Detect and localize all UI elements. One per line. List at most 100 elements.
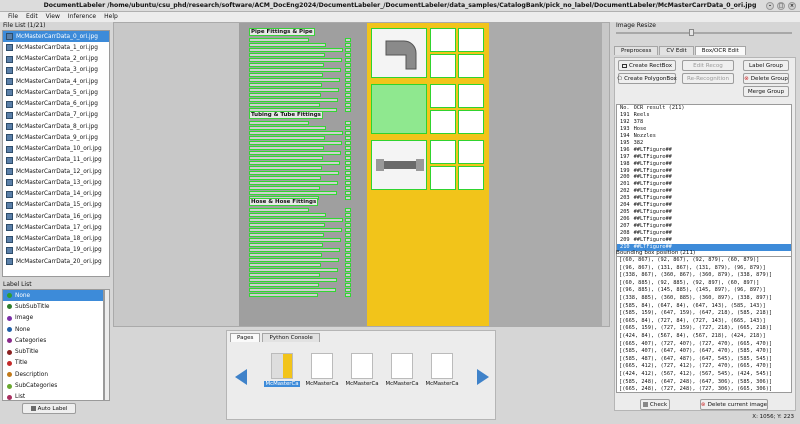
label-list-item[interactable]: Title xyxy=(3,358,103,369)
ocr-result-row[interactable]: 195 382 xyxy=(617,140,791,147)
text-entry-box[interactable] xyxy=(249,83,322,87)
page-number-box[interactable] xyxy=(345,136,351,140)
ocr-result-row[interactable]: 207 ##LTFigure## xyxy=(617,223,791,230)
page-number-box[interactable] xyxy=(345,141,351,145)
label-group-button[interactable]: Label Group xyxy=(743,60,789,71)
text-entry-box[interactable] xyxy=(249,233,324,237)
label-list-item[interactable]: None xyxy=(3,290,103,302)
text-entry-box[interactable] xyxy=(249,248,340,252)
text-entry-box[interactable] xyxy=(249,208,309,212)
text-entry-box[interactable] xyxy=(249,88,339,92)
page-number-box[interactable] xyxy=(345,63,351,67)
create-polygonbox-button[interactable]: ⬠ Create PolygonBox xyxy=(617,73,677,84)
page-number-box[interactable] xyxy=(345,213,351,217)
document-canvas[interactable]: Pipe Fittings & Pipe Tubing & Tube Fittin… xyxy=(113,22,610,327)
page-number-box[interactable] xyxy=(345,103,351,107)
text-entry-box[interactable] xyxy=(249,151,341,155)
text-entry-box[interactable] xyxy=(249,98,338,102)
page-number-box[interactable] xyxy=(345,233,351,237)
file-list-item[interactable]: McMasterCarrData_7_ori.jpg xyxy=(3,110,109,121)
next-page-arrow-icon[interactable] xyxy=(477,369,489,385)
file-list-item[interactable]: McMasterCarrData_5_ori.jpg xyxy=(3,87,109,98)
label-list-scrollbar[interactable] xyxy=(104,289,110,401)
ocr-result-row[interactable]: 192 378 xyxy=(617,119,791,126)
ocr-result-row[interactable]: 197 ##LTFigure## xyxy=(617,154,791,161)
close-icon[interactable]: × xyxy=(788,2,796,10)
text-entry-box[interactable] xyxy=(249,238,341,242)
text-entry-box[interactable] xyxy=(249,58,342,62)
page-number-box[interactable] xyxy=(345,43,351,47)
text-entry-box[interactable] xyxy=(249,186,320,190)
text-entry-box[interactable] xyxy=(249,228,342,232)
bbox-position-row[interactable]: [(585, 84), (647, 84), (647, 143), (585,… xyxy=(617,303,791,311)
text-entry-box[interactable] xyxy=(249,131,343,135)
text-entry-box[interactable] xyxy=(249,166,322,170)
page-number-box[interactable] xyxy=(345,151,351,155)
text-entry-box[interactable] xyxy=(249,146,324,150)
text-entry-box[interactable] xyxy=(249,258,339,262)
image-resize-slider-handle[interactable] xyxy=(689,29,694,36)
ocr-result-row[interactable]: 200 ##LTFigure## xyxy=(617,174,791,181)
menu-view[interactable]: View xyxy=(46,12,60,22)
ocr-result-row[interactable]: 204 ##LTFigure## xyxy=(617,202,791,209)
tab-preprocess[interactable]: Preprocess xyxy=(614,46,659,55)
file-list-item[interactable]: McMasterCarrData_4_ori.jpg xyxy=(3,76,109,87)
minimize-icon[interactable]: – xyxy=(766,2,774,10)
menu-help[interactable]: Help xyxy=(104,12,118,22)
text-entry-box[interactable] xyxy=(249,48,343,52)
page-number-box[interactable] xyxy=(345,73,351,77)
page-number-box[interactable] xyxy=(345,53,351,57)
text-entry-box[interactable] xyxy=(249,283,319,287)
text-entry-box[interactable] xyxy=(249,278,337,282)
text-entry-box[interactable] xyxy=(249,288,336,292)
bbox-position-row[interactable]: [(585, 248), (647, 248), (647, 306), (58… xyxy=(617,379,791,387)
file-list-item[interactable]: McMasterCarrData_17_ori.jpg xyxy=(3,222,109,233)
create-rectbox-button[interactable]: Create RectBox xyxy=(618,60,676,71)
page-number-box[interactable] xyxy=(345,218,351,222)
file-list-item[interactable]: McMasterCarrData_11_ori.jpg xyxy=(3,155,109,166)
bbox-position-row[interactable]: [(585, 159), (647, 159), (647, 218), (58… xyxy=(617,310,791,318)
label-list-item[interactable]: List xyxy=(3,392,103,400)
text-entry-box[interactable] xyxy=(249,223,325,227)
file-list-item[interactable]: McMasterCarrData_10_ori.jpg xyxy=(3,144,109,155)
text-entry-box[interactable] xyxy=(249,243,323,247)
menu-inference[interactable]: Inference xyxy=(68,12,96,22)
file-list-item[interactable]: McMasterCarrData_18_ori.jpg xyxy=(3,234,109,245)
text-entry-box[interactable] xyxy=(249,293,318,297)
bbox-position-row[interactable]: [(665, 248), (727, 248), (727, 306), (66… xyxy=(617,386,791,392)
page-number-box[interactable] xyxy=(345,78,351,82)
ocr-result-row[interactable]: 201 ##LTFigure## xyxy=(617,181,791,188)
text-entry-box[interactable] xyxy=(249,191,337,195)
ocr-result-row[interactable]: 191 Reels xyxy=(617,112,791,119)
text-entry-box[interactable] xyxy=(249,156,323,160)
file-list[interactable]: McMasterCarrData_0_ori.jpg McMasterCarrDa… xyxy=(2,30,110,277)
menu-edit[interactable]: Edit xyxy=(26,12,38,22)
file-list-item[interactable]: McMasterCarrData_6_ori.jpg xyxy=(3,99,109,110)
page-number-box[interactable] xyxy=(345,171,351,175)
product-image[interactable] xyxy=(458,54,484,78)
text-entry-box[interactable] xyxy=(249,171,339,175)
text-entry-box[interactable] xyxy=(249,93,321,97)
label-list-item[interactable]: None xyxy=(3,324,103,335)
text-entry-box[interactable] xyxy=(249,268,338,272)
page-number-box[interactable] xyxy=(345,278,351,282)
bbox-position-row[interactable]: [(665, 407), (727, 407), (727, 470), (66… xyxy=(617,341,791,349)
text-entry-box[interactable] xyxy=(249,218,343,222)
page-number-box[interactable] xyxy=(345,258,351,262)
page-number-box[interactable] xyxy=(345,253,351,257)
menu-file[interactable]: File xyxy=(8,12,18,22)
bbox-position-row[interactable]: [(665, 412), (727, 412), (727, 470), (66… xyxy=(617,363,791,371)
page-number-box[interactable] xyxy=(345,156,351,160)
page-number-box[interactable] xyxy=(345,196,351,200)
page-number-box[interactable] xyxy=(345,181,351,185)
page-number-box[interactable] xyxy=(345,283,351,287)
file-list-item[interactable]: McMasterCarrData_9_ori.jpg xyxy=(3,132,109,143)
re-recognition-button[interactable]: Re-Recognition xyxy=(682,73,734,84)
page-thumbnail[interactable]: McMasterCa xyxy=(305,353,339,407)
delete-group-button[interactable]: ⊗ Delete Group xyxy=(743,73,789,84)
document-page[interactable]: Pipe Fittings & Pipe Tubing & Tube Fittin… xyxy=(239,23,602,326)
page-number-box[interactable] xyxy=(345,263,351,267)
page-number-box[interactable] xyxy=(345,83,351,87)
section-title-box[interactable]: Tubing & Tube Fittings xyxy=(249,111,323,119)
text-entry-box[interactable] xyxy=(249,103,320,107)
